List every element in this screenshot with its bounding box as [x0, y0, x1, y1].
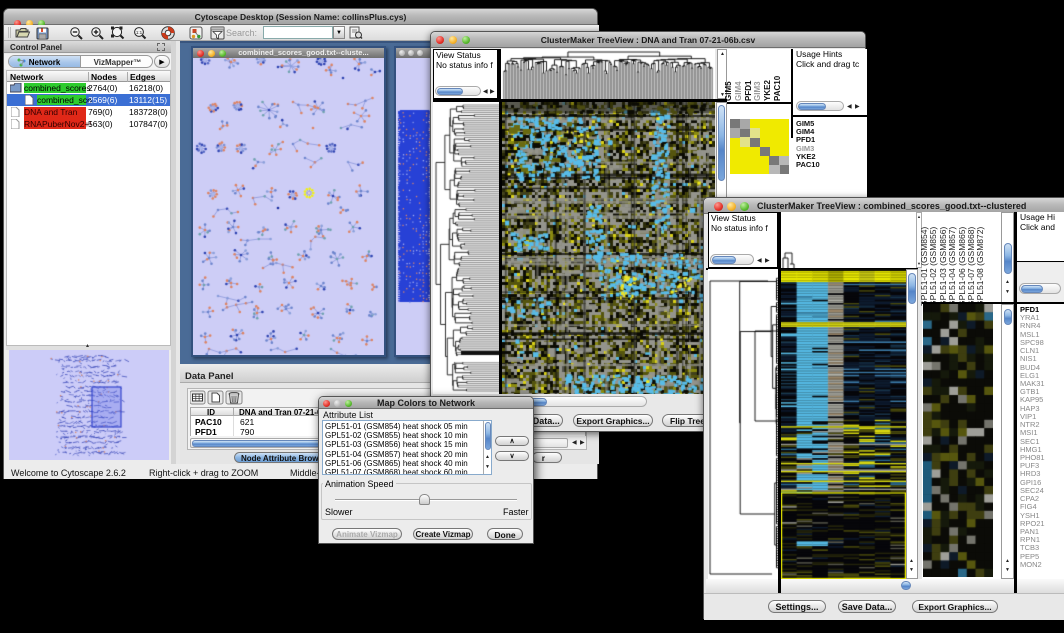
svg-text:1:1: 1:1 [136, 30, 143, 35]
